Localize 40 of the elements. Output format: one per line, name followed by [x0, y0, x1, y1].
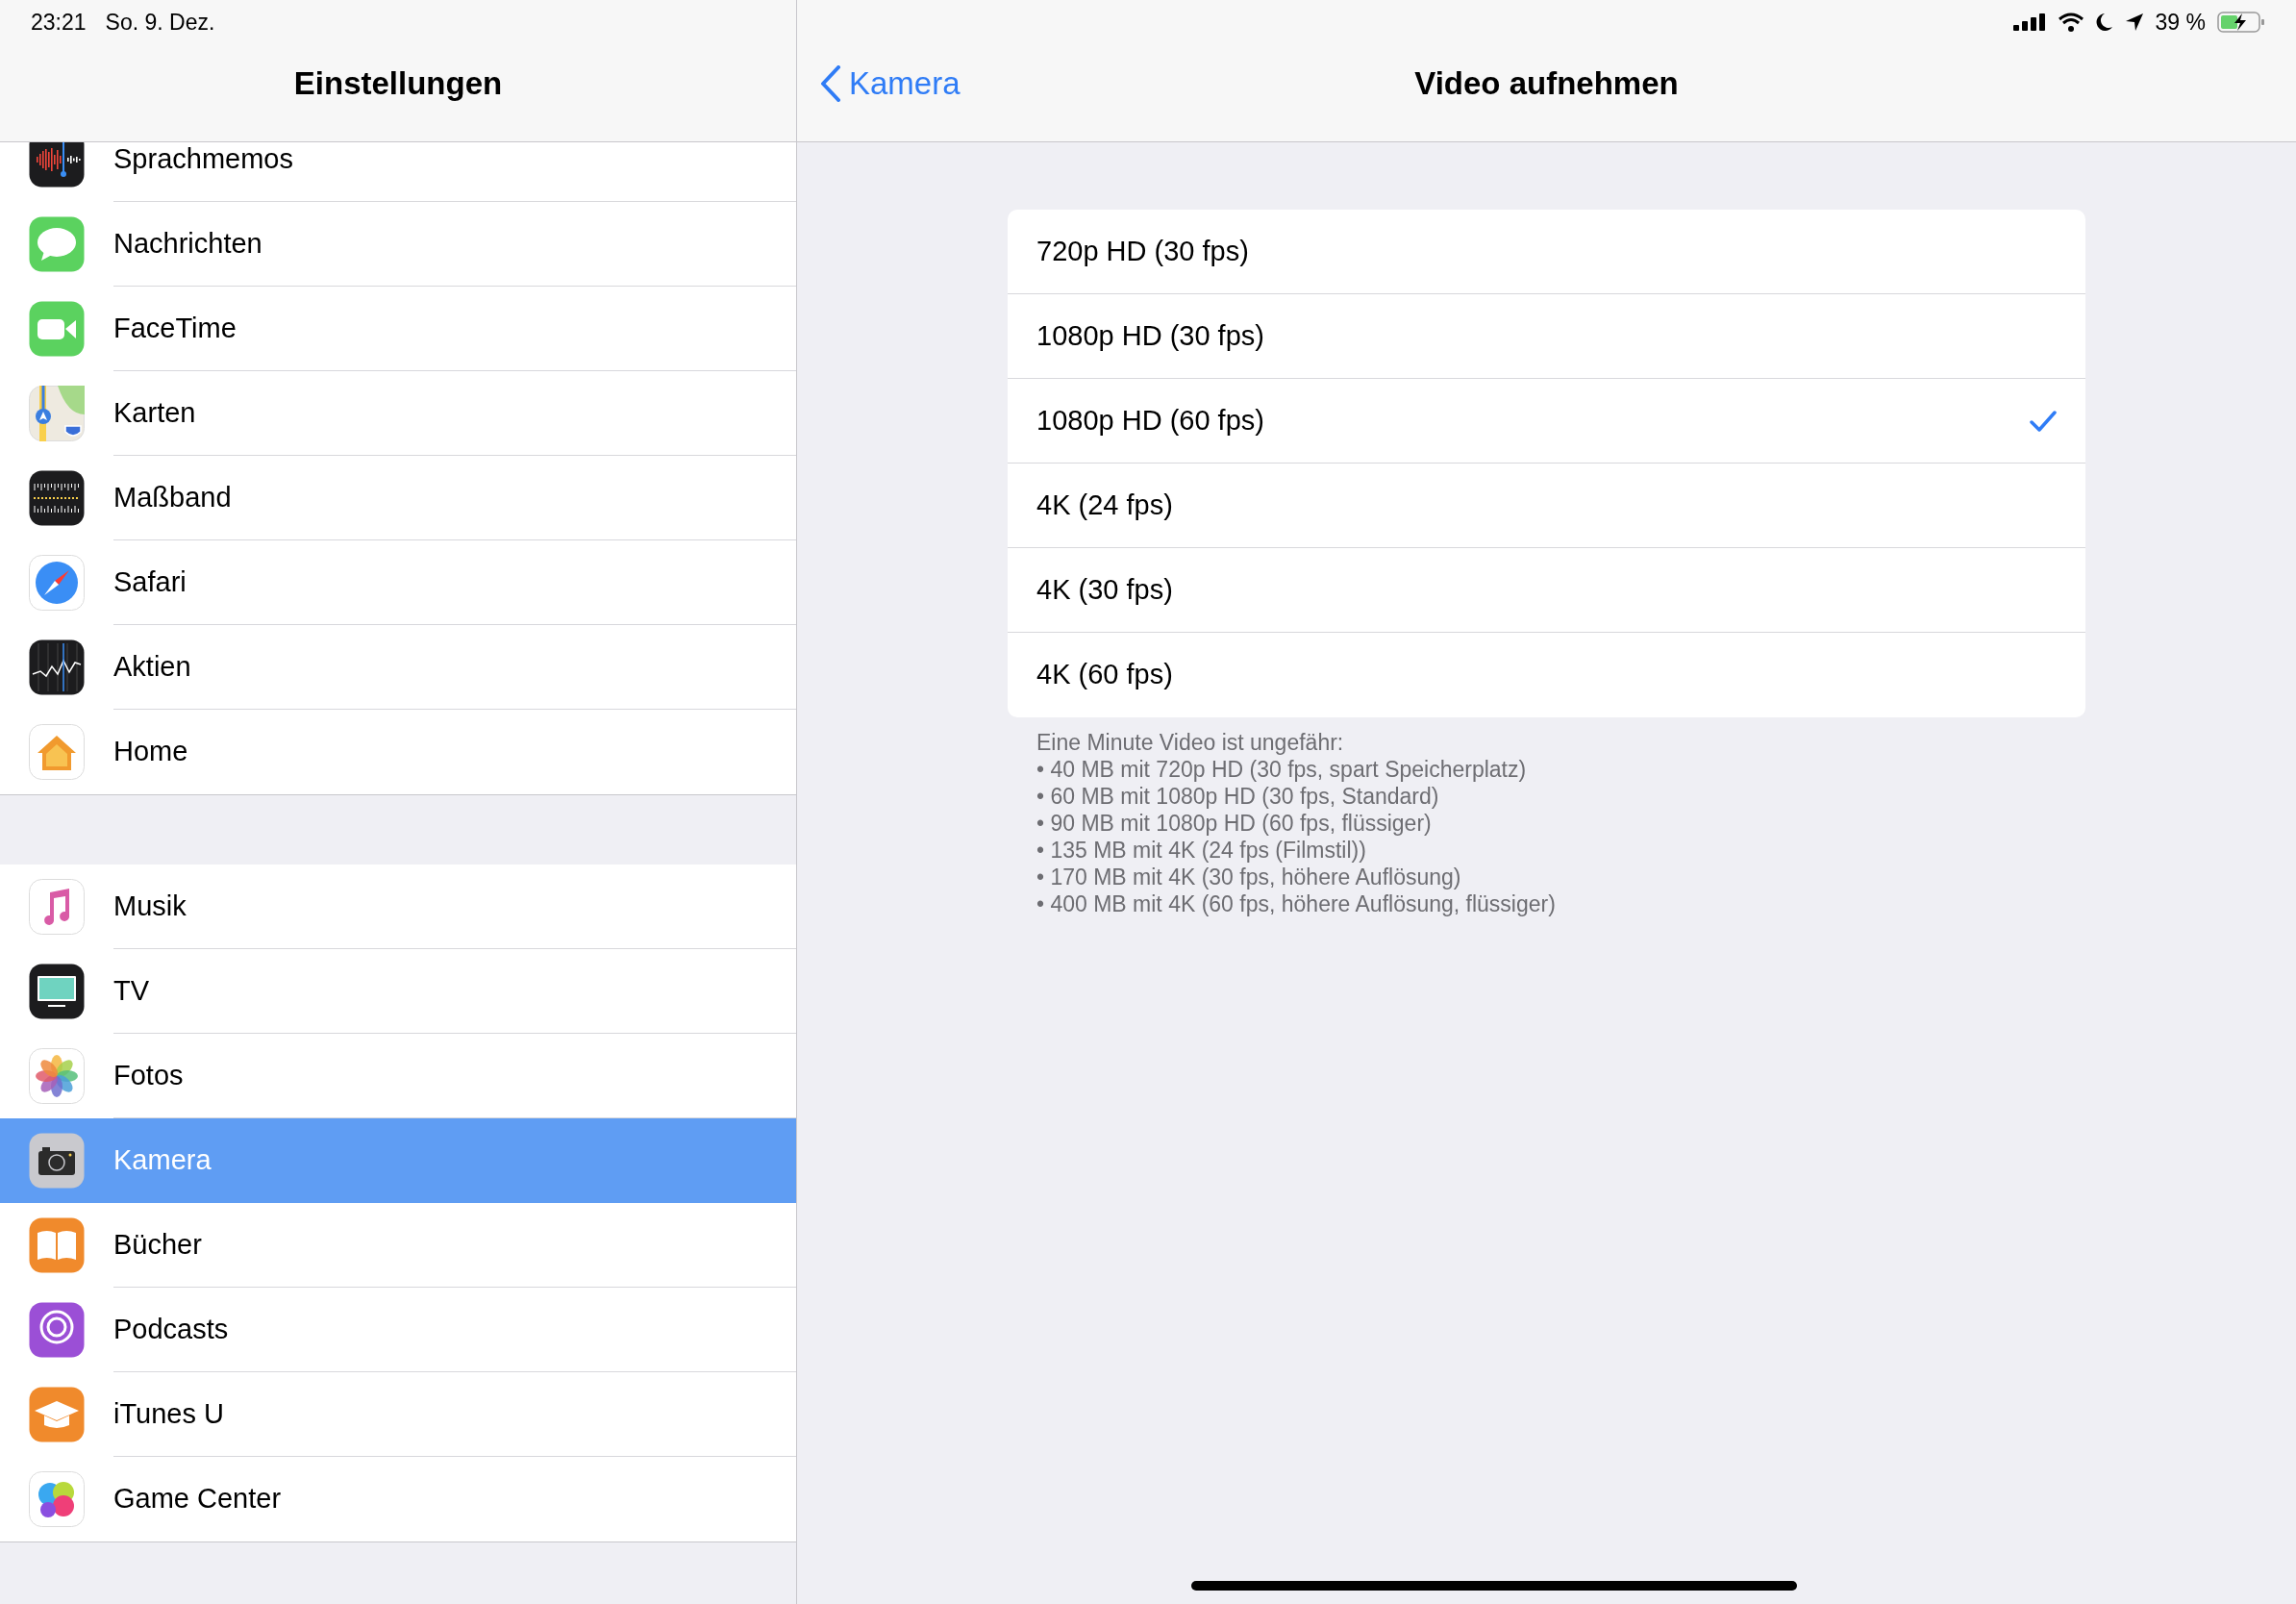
battery-icon	[2217, 12, 2265, 33]
flower-icon	[29, 1048, 85, 1104]
camera-icon	[29, 1133, 85, 1189]
resolution-option[interactable]: 4K (24 fps)	[1008, 464, 2085, 548]
graduation-cap-icon	[29, 1387, 85, 1442]
video-camera-icon	[29, 301, 85, 357]
battery-percentage: 39 %	[2155, 8, 2206, 37]
stock-chart-icon	[29, 639, 85, 695]
sidebar-title: Einstellungen	[293, 63, 503, 103]
resolution-option[interactable]: 1080p HD (60 fps)	[1008, 379, 2085, 464]
location-arrow-icon	[2124, 13, 2144, 32]
tv-icon	[29, 964, 85, 1019]
resolution-option[interactable]: 1080p HD (30 fps)	[1008, 294, 2085, 379]
wifi-icon	[2057, 13, 2084, 32]
status-time: 23:21	[31, 8, 87, 37]
resolution-option[interactable]: 4K (30 fps)	[1008, 548, 2085, 633]
music-note-icon	[29, 879, 85, 935]
footer-text: • 400 MB mit 4K (60 fps, höhere Auflösung, flüssiger)	[1036, 890, 1556, 917]
bubbles-icon	[29, 1471, 85, 1527]
footer-text: Eine Minute Video ist ungefähr:	[1036, 729, 1344, 756]
speech-bubble-icon	[29, 216, 85, 272]
resolution-option[interactable]: 4K (60 fps)	[1008, 633, 2085, 717]
compass-icon	[29, 555, 85, 611]
footer-text: • 60 MB mit 1080p HD (30 fps, Standard)	[1036, 783, 1439, 810]
footer-text: • 40 MB mit 720p HD (30 fps, spart Speicherplatz)	[1036, 756, 1527, 783]
page-title: Video aufnehmen	[1414, 63, 1679, 103]
resolution-option[interactable]: 720p HD (30 fps)	[1008, 210, 2085, 294]
footer-text: • 90 MB mit 1080p HD (60 fps, flüssiger)	[1036, 810, 1432, 837]
podcast-icon	[29, 1302, 85, 1358]
ruler-icon	[29, 470, 85, 526]
moon-icon	[2095, 13, 2113, 32]
house-icon	[29, 724, 85, 780]
signal-icon	[2012, 13, 2046, 31]
footer-text: • 135 MB mit 4K (24 fps (Filmstil))	[1036, 837, 1366, 864]
chevron-left-icon	[820, 64, 841, 102]
back-button[interactable]: Kamera	[820, 59, 961, 108]
map-icon	[29, 386, 85, 441]
book-icon	[29, 1217, 85, 1273]
status-date: So. 9. Dez.	[105, 8, 215, 37]
footer-text: • 170 MB mit 4K (30 fps, höhere Auflösung)	[1036, 864, 1461, 890]
